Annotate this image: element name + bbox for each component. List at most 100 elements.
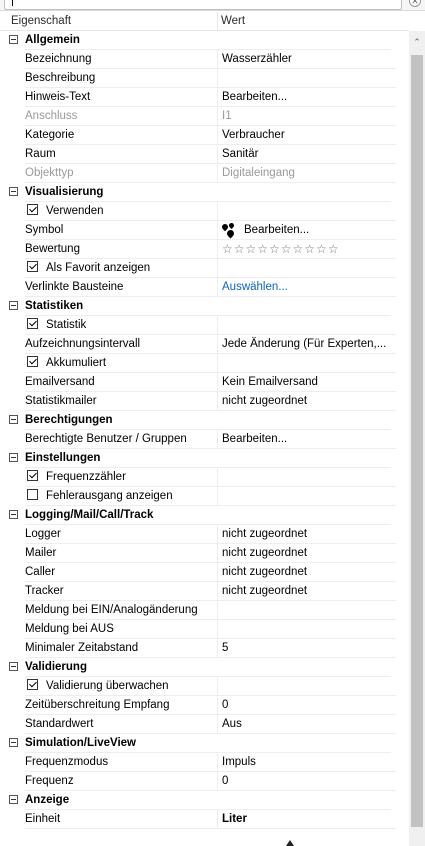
property-row-einheit[interactable]: Einheit Liter: [0, 810, 409, 829]
property-row-anschluss[interactable]: Anschluss I1: [0, 107, 409, 126]
property-row-zeitüberschreitung-empfang[interactable]: Zeitüberschreitung Empfang 0: [0, 696, 409, 715]
collapse-icon[interactable]: [9, 187, 18, 196]
property-row-symbol[interactable]: Symbol Bearbeiten...: [0, 221, 409, 240]
property-value[interactable]: nicht zugeordnet: [217, 563, 396, 582]
property-row-frequenz[interactable]: Frequenz 0: [0, 772, 409, 791]
chevron-up-icon[interactable]: ⌃: [412, 37, 422, 47]
property-value[interactable]: Bearbeiten...: [217, 88, 396, 107]
property-value[interactable]: Digitaleingang: [217, 164, 396, 183]
property-value[interactable]: [217, 354, 396, 373]
property-row-raum[interactable]: Raum Sanitär: [0, 145, 409, 164]
column-header-value[interactable]: Wert: [221, 15, 245, 27]
property-value[interactable]: [217, 259, 396, 278]
property-value[interactable]: Bearbeiten...: [217, 430, 396, 449]
category-row-logging-mail-call-track[interactable]: Logging/Mail/Call/Track: [0, 506, 409, 525]
category-row-simulation-liveview[interactable]: Simulation/LiveView: [0, 734, 409, 753]
property-value[interactable]: Auswählen...: [217, 278, 396, 297]
checkbox[interactable]: [27, 318, 38, 330]
property-row-statistik[interactable]: Statistik: [0, 316, 409, 335]
checkbox[interactable]: [27, 489, 38, 501]
checkbox[interactable]: [27, 356, 38, 368]
property-row-bewertung[interactable]: Bewertung ☆☆☆☆☆☆☆☆☆☆: [0, 240, 409, 259]
select-link[interactable]: Auswählen...: [222, 281, 288, 293]
column-separator[interactable]: [217, 12, 218, 31]
property-value[interactable]: Sanitär: [217, 145, 396, 164]
category-row-statistiken[interactable]: Statistiken: [0, 297, 409, 316]
property-row-statistikmailer[interactable]: Statistikmailer nicht zugeordnet: [0, 392, 409, 411]
property-value[interactable]: 0: [217, 772, 396, 791]
property-value[interactable]: [217, 316, 396, 335]
checkbox[interactable]: [27, 204, 38, 216]
rating-stars[interactable]: ☆☆☆☆☆☆☆☆☆☆: [222, 242, 340, 256]
property-value[interactable]: nicht zugeordnet: [217, 392, 396, 411]
property-row-beschreibung[interactable]: Beschreibung: [0, 69, 409, 88]
property-row-emailversand[interactable]: Emailversand Kein Emailversand: [0, 373, 409, 392]
property-row-bezeichnung[interactable]: Bezeichnung Wasserzähler: [0, 50, 409, 69]
property-value[interactable]: Jede Änderung (Für Experten,...: [217, 335, 396, 354]
category-row-visualisierung[interactable]: Visualisierung: [0, 183, 409, 202]
collapse-icon[interactable]: [9, 301, 18, 310]
property-row-fehlerausgang-anzeigen[interactable]: Fehlerausgang anzeigen: [0, 487, 409, 506]
property-value[interactable]: Kein Emailversand: [217, 373, 396, 392]
property-value[interactable]: nicht zugeordnet: [217, 582, 396, 601]
property-row-tracker[interactable]: Tracker nicht zugeordnet: [0, 582, 409, 601]
property-value[interactable]: [217, 487, 396, 506]
property-value[interactable]: [217, 677, 396, 696]
close-icon[interactable]: ✕: [409, 0, 421, 7]
collapse-icon[interactable]: [9, 662, 18, 671]
category-row-anzeige[interactable]: Anzeige: [0, 791, 409, 810]
property-row-standardwert[interactable]: Standardwert Aus: [0, 715, 409, 734]
property-value[interactable]: [217, 601, 396, 620]
property-row-verwenden[interactable]: Verwenden: [0, 202, 409, 221]
property-row-hinweis-text[interactable]: Hinweis-Text Bearbeiten...: [0, 88, 409, 107]
filter-input[interactable]: [4, 0, 402, 10]
property-row-minimaler-zeitabstand[interactable]: Minimaler Zeitabstand 5: [0, 639, 409, 658]
collapse-icon[interactable]: [9, 510, 18, 519]
property-row-caller[interactable]: Caller nicht zugeordnet: [0, 563, 409, 582]
property-value[interactable]: Impuls: [217, 753, 396, 772]
collapse-icon[interactable]: [9, 415, 18, 424]
property-value[interactable]: [217, 69, 396, 88]
property-row-mailer[interactable]: Mailer nicht zugeordnet: [0, 544, 409, 563]
collapse-icon[interactable]: [9, 795, 18, 804]
property-row-kategorie[interactable]: Kategorie Verbraucher: [0, 126, 409, 145]
property-value[interactable]: nicht zugeordnet: [217, 544, 396, 563]
property-value[interactable]: Aus: [217, 715, 396, 734]
property-row-aufzeichnungsintervall[interactable]: Aufzeichnungsintervall Jede Änderung (Für…: [0, 335, 409, 354]
property-row-verlinkte-bausteine[interactable]: Verlinkte Bausteine Auswählen...: [0, 278, 409, 297]
property-row-als-favorit-anzeigen[interactable]: Als Favorit anzeigen: [0, 259, 409, 278]
vertical-scrollbar[interactable]: ⌃: [409, 31, 425, 846]
collapse-icon[interactable]: [9, 738, 18, 747]
property-row-meldung-bei-ein-analogänderung[interactable]: Meldung bei EIN/Analogänderung: [0, 601, 409, 620]
property-row-validierung-überwachen[interactable]: Validierung überwachen: [0, 677, 409, 696]
checkbox[interactable]: [27, 261, 38, 273]
checkbox[interactable]: [27, 679, 38, 691]
property-value[interactable]: [217, 620, 396, 639]
property-row-objekttyp[interactable]: Objekttyp Digitaleingang: [0, 164, 409, 183]
property-value[interactable]: [217, 468, 396, 487]
property-value[interactable]: ☆☆☆☆☆☆☆☆☆☆: [217, 240, 396, 259]
scrollbar-thumb[interactable]: [411, 55, 423, 827]
collapse-icon[interactable]: [9, 453, 18, 462]
category-row-einstellungen[interactable]: Einstellungen: [0, 449, 409, 468]
category-row-allgemein[interactable]: Allgemein: [0, 31, 409, 50]
property-value[interactable]: 5: [217, 639, 396, 658]
column-header-property[interactable]: Eigenschaft: [11, 15, 71, 27]
property-value[interactable]: Wasserzähler: [217, 50, 396, 69]
property-row-akkumuliert[interactable]: Akkumuliert: [0, 354, 409, 373]
property-value[interactable]: nicht zugeordnet: [217, 525, 396, 544]
property-value[interactable]: Bearbeiten...: [217, 221, 396, 240]
property-row-frequenzzähler[interactable]: Frequenzzähler: [0, 468, 409, 487]
property-row-meldung-bei-aus[interactable]: Meldung bei AUS: [0, 620, 409, 639]
property-row-berechtigte-benutzer-gruppen[interactable]: Berechtigte Benutzer / Gruppen Bearbeiten…: [0, 430, 409, 449]
checkbox[interactable]: [27, 470, 38, 482]
category-row-berechtigungen[interactable]: Berechtigungen: [0, 411, 409, 430]
property-value[interactable]: Liter: [217, 810, 396, 829]
collapse-icon[interactable]: [9, 35, 18, 44]
property-value[interactable]: Verbraucher: [217, 126, 396, 145]
property-row-logger[interactable]: Logger nicht zugeordnet: [0, 525, 409, 544]
property-value[interactable]: 0: [217, 696, 396, 715]
property-row-frequenzmodus[interactable]: Frequenzmodus Impuls: [0, 753, 409, 772]
property-value[interactable]: I1: [217, 107, 396, 126]
category-row-validierung[interactable]: Validierung: [0, 658, 409, 677]
